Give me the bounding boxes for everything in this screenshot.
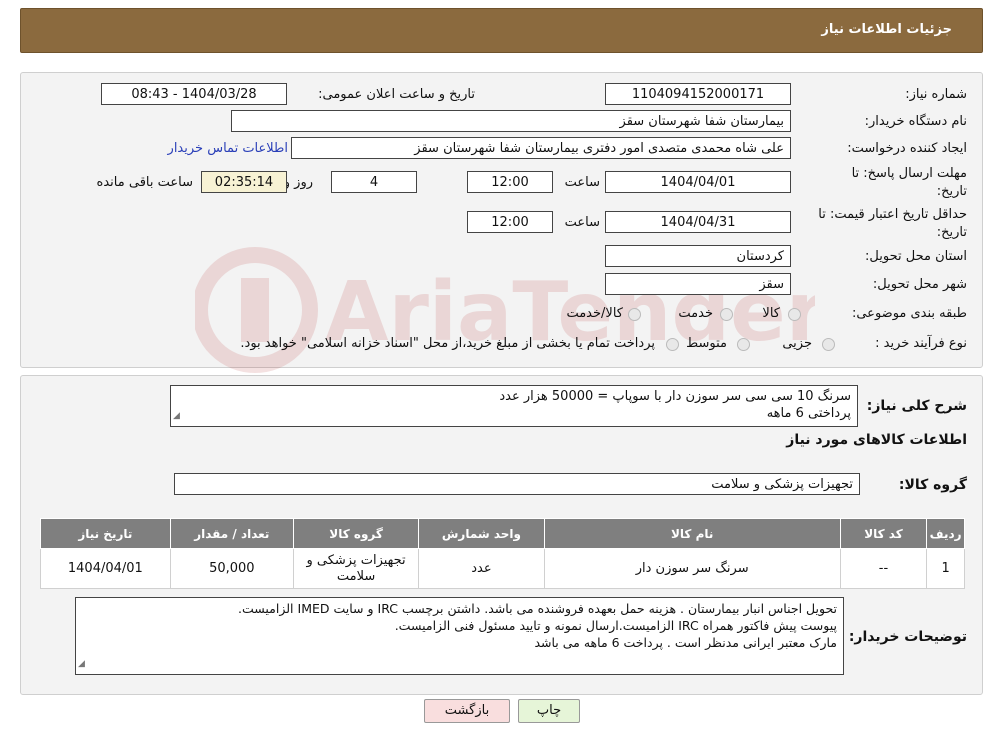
category-option-goods: کالا (762, 306, 780, 321)
city-field: سقز (605, 273, 791, 295)
process-option-minor: جزیی (782, 336, 812, 351)
cell-row-number: 1 (926, 548, 965, 589)
summary-line-2: پرداختی 6 ماهه (766, 406, 851, 421)
summary-line-1: سرنگ 10 سی سی سر سوزن دار با سوپاپ = 500… (499, 389, 851, 404)
page-header: جزئیات اطلاعات نیاز (20, 8, 983, 53)
buyer-notes-line-1: تحویل اجناس انبار بیمارستان . هزینه حمل … (238, 601, 837, 616)
validity-date-field: 1404/04/31 (605, 211, 791, 233)
buyer-notes-line-2: پیوست پیش فاکتور همراه IRC الزامیست.ارسا… (394, 618, 837, 633)
validity-label: حداقل تاریخ اعتبار قیمت: تا (818, 207, 967, 222)
need-number-label: شماره نیاز: (905, 87, 967, 102)
buyer-notes-textarea[interactable]: تحویل اجناس انبار بیمارستان . هزینه حمل … (75, 597, 844, 675)
category-radio-goods-service[interactable] (628, 308, 641, 321)
cell-name: سرنگ سر سوزن دار (543, 548, 841, 589)
buyer-contact-link[interactable]: اطلاعات تماس خریدار (168, 141, 288, 156)
deadline-date-field: 1404/04/01 (605, 171, 791, 193)
resize-grip-icon[interactable]: ◢ (173, 408, 180, 425)
category-option-service: خدمت (678, 306, 713, 321)
summary-label: شرح کلی نیاز: (866, 398, 967, 414)
col-row-header: ردیف (926, 518, 965, 549)
col-group-header: گروه کالا (292, 518, 420, 549)
buyer-notes-line-3: مارک معتبر ایرانی مدنظر است . پرداخت 6 م… (534, 635, 837, 650)
province-label: استان محل تحویل: (865, 249, 967, 264)
category-label: طبقه بندی موضوعی: (851, 306, 967, 321)
announce-date-field: 1404/03/28 - 08:43 (101, 83, 287, 105)
goods-table: ردیف کد کالا نام کالا واحد شمارش گروه کا… (40, 518, 965, 589)
goods-group-label: گروه کالا: (898, 477, 967, 493)
city-label: شهر محل تحویل: (872, 277, 967, 292)
category-radio-service[interactable] (720, 308, 733, 321)
process-option-medium: متوسط (686, 336, 727, 351)
process-radio-minor[interactable] (822, 338, 835, 351)
col-date-header: تاریخ نیاز (40, 518, 171, 549)
print-button[interactable]: چاپ (518, 699, 580, 723)
col-code-header: کد کالا (839, 518, 928, 549)
remaining-time-field: 02:35:14 (201, 171, 287, 193)
announce-date-label: تاریخ و ساعت اعلان عمومی: (318, 87, 475, 102)
goods-info-title: اطلاعات کالاهای مورد نیاز (786, 432, 967, 448)
buyer-org-field: بیمارستان شفا شهرستان سقز (231, 110, 791, 132)
page-title: جزئیات اطلاعات نیاز (821, 22, 952, 37)
days-field: 4 (331, 171, 417, 193)
cell-group: تجهیزات پزشکی و سلامت (292, 548, 420, 589)
requester-label: ایجاد کننده درخواست: (847, 141, 967, 156)
process-type-label: نوع فرآیند خرید : (875, 336, 967, 351)
table-header-row: ردیف کد کالا نام کالا واحد شمارش گروه کا… (40, 518, 965, 549)
category-radio-goods[interactable] (788, 308, 801, 321)
need-number-field: 1104094152000171 (605, 83, 791, 105)
cell-date: 1404/04/01 (40, 548, 171, 589)
goods-group-field: تجهیزات پزشکی و سلامت (174, 473, 860, 495)
col-quantity-header: تعداد / مقدار (169, 518, 294, 549)
process-radio-treasury[interactable] (666, 338, 679, 351)
deadline-time-label: ساعت (564, 175, 600, 190)
deadline-label-date: تاریخ: (936, 184, 967, 199)
col-name-header: نام کالا (543, 518, 841, 549)
days-label: روز و (283, 175, 313, 190)
buyer-org-label: نام دستگاه خریدار: (864, 114, 967, 129)
deadline-time-field: 12:00 (467, 171, 553, 193)
validity-time-label: ساعت (564, 215, 600, 230)
deadline-label: مهلت ارسال پاسخ: تا (851, 166, 967, 181)
table-row: 1 -- سرنگ سر سوزن دار عدد تجهیزات پزشکی … (40, 548, 965, 589)
resize-grip-icon[interactable]: ◢ (78, 656, 85, 673)
cell-quantity: 50,000 (169, 548, 294, 589)
cell-unit: عدد (418, 548, 545, 589)
back-button[interactable]: بازگشت (424, 699, 510, 723)
buyer-notes-label: توضیحات خریدار: (848, 629, 967, 645)
process-note: پرداخت تمام یا بخشی از مبلغ خرید،از محل … (240, 336, 655, 351)
remaining-label: ساعت باقی مانده (96, 175, 193, 190)
cell-code: -- (839, 548, 928, 589)
validity-time-field: 12:00 (467, 211, 553, 233)
process-radio-medium[interactable] (737, 338, 750, 351)
requester-field: علی شاه محمدی متصدی امور دفتری بیمارستان… (291, 137, 791, 159)
col-unit-header: واحد شمارش (418, 518, 545, 549)
validity-label-date: تاریخ: (936, 225, 967, 240)
summary-textarea[interactable]: سرنگ 10 سی سی سر سوزن دار با سوپاپ = 500… (170, 385, 858, 427)
province-field: کردستان (605, 245, 791, 267)
category-option-goods-service: کالا/خدمت (566, 306, 623, 321)
